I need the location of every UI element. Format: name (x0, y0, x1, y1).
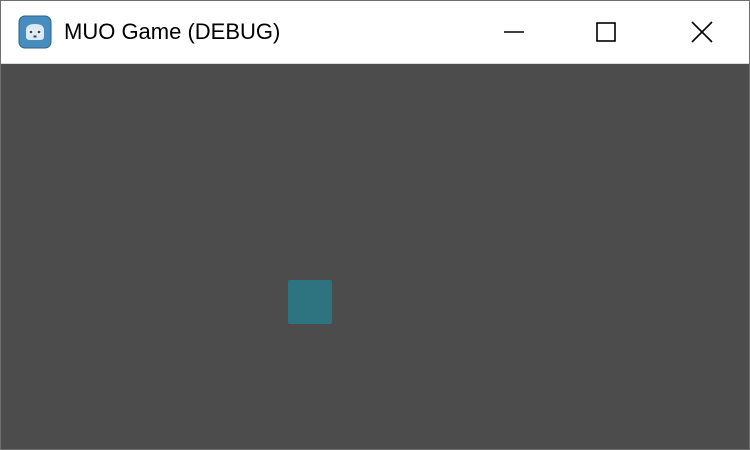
title-bar[interactable]: MUO Game (DEBUG) (1, 1, 749, 63)
window-title: MUO Game (DEBUG) (64, 19, 281, 44)
player-sprite (288, 280, 332, 324)
game-window: MUO Game (DEBUG) (0, 0, 750, 450)
maximize-button[interactable] (559, 1, 653, 63)
godot-engine-icon[interactable] (18, 15, 52, 49)
minimize-button[interactable] (467, 1, 561, 63)
close-button[interactable] (655, 1, 749, 63)
maximize-icon (595, 21, 617, 43)
game-viewport[interactable] (1, 63, 749, 449)
close-icon (690, 20, 714, 44)
minimize-icon (503, 21, 525, 43)
